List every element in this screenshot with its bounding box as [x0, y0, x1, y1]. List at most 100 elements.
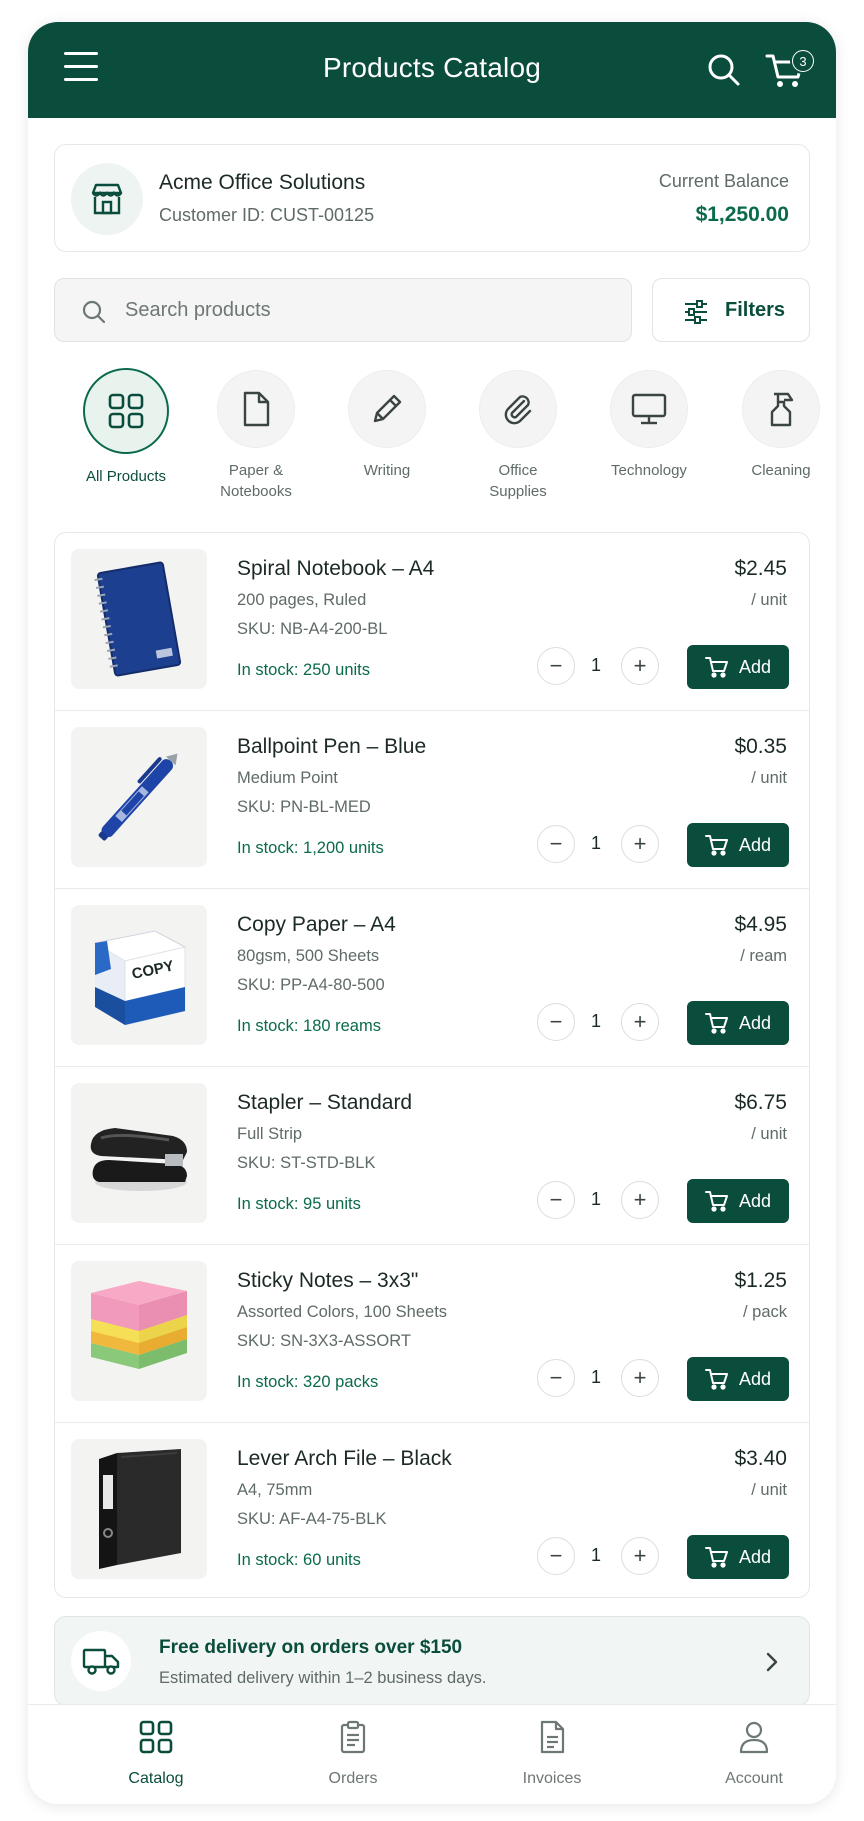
product-name[interactable]: Sticky Notes – 3x3" — [237, 1269, 418, 1293]
truck-icon — [71, 1631, 131, 1691]
add-label: Add — [739, 835, 772, 855]
category-office-supplies[interactable]: Office Supplies — [452, 368, 584, 502]
product-sku: SKU: AF-A4-75-BLK — [237, 1510, 387, 1528]
nav-orders[interactable]: Orders — [283, 1719, 423, 1788]
product-unit: / unit — [751, 769, 787, 787]
quantity-increase-button[interactable]: + — [621, 1181, 659, 1219]
quantity-value[interactable]: 1 — [581, 655, 611, 676]
category-label: Cleaning — [751, 462, 811, 479]
product-image-copy-paper: COPY — [71, 905, 207, 1045]
quantity-value[interactable]: 1 — [581, 1011, 611, 1032]
customer-card: Acme Office Solutions Customer ID: CUST-… — [54, 144, 810, 252]
product-price: $2.45 — [734, 557, 787, 580]
search-icon — [81, 299, 107, 325]
category-all-products[interactable]: All Products — [60, 368, 192, 487]
cart-icon — [705, 1369, 728, 1390]
delivery-title: Free delivery on orders over $150 — [159, 1637, 463, 1658]
product-description: 80gsm, 500 Sheets — [237, 947, 380, 965]
add-to-cart-button[interactable]: Add — [687, 1357, 789, 1401]
add-to-cart-button[interactable]: Add — [687, 823, 789, 867]
cart-count: 3 — [793, 51, 813, 71]
quantity-increase-button[interactable]: + — [621, 1359, 659, 1397]
category-paper-notebooks[interactable]: Paper & Notebooks — [190, 368, 322, 502]
add-label: Add — [739, 1547, 772, 1567]
product-description: 200 pages, Ruled — [237, 591, 367, 609]
category-label: Office Supplies — [489, 462, 547, 500]
product-sku: SKU: ST-STD-BLK — [237, 1154, 376, 1172]
product-stock: In stock: 95 units — [237, 1195, 361, 1213]
category-writing[interactable]: Writing — [321, 368, 453, 481]
quantity-increase-button[interactable]: + — [621, 1003, 659, 1041]
add-to-cart-button[interactable]: Add — [687, 1179, 789, 1223]
quantity-value[interactable]: 1 — [581, 1367, 611, 1388]
product-stock: In stock: 250 units — [237, 661, 370, 679]
quantity-increase-button[interactable]: + — [621, 1537, 659, 1575]
product-list: Spiral Notebook – A4 200 pages, Ruled SK… — [54, 532, 810, 1598]
quantity-decrease-button[interactable]: − — [537, 647, 575, 685]
grid-icon — [83, 368, 169, 454]
quantity-value[interactable]: 1 — [581, 833, 611, 854]
product-unit: / pack — [742, 1303, 787, 1321]
search-input[interactable] — [125, 279, 615, 341]
nav-label: Catalog — [128, 1770, 184, 1787]
add-label: Add — [739, 1369, 772, 1389]
product-price: $4.95 — [734, 913, 787, 936]
add-label: Add — [739, 1013, 772, 1033]
quantity-increase-button[interactable]: + — [621, 825, 659, 863]
search-box[interactable] — [54, 278, 632, 342]
add-to-cart-button[interactable]: Add — [687, 1001, 789, 1045]
category-label: All Products — [85, 468, 167, 485]
paperclip-icon — [479, 370, 557, 448]
product-row: Spiral Notebook – A4 200 pages, Ruled SK… — [55, 533, 809, 711]
product-description: A4, 75mm — [237, 1481, 313, 1499]
spray-bottle-icon — [742, 370, 820, 448]
search-icon[interactable] — [704, 50, 744, 90]
product-row: Stapler – Standard Full Strip SKU: ST-ST… — [55, 1067, 809, 1245]
add-to-cart-button[interactable]: Add — [687, 645, 789, 689]
quantity-decrease-button[interactable]: − — [537, 1537, 575, 1575]
grid-icon — [139, 1720, 173, 1754]
product-image-stapler — [71, 1083, 207, 1223]
quantity-increase-button[interactable]: + — [621, 647, 659, 685]
quantity-value[interactable]: 1 — [581, 1545, 611, 1566]
product-row: Ballpoint Pen – Blue Medium Point SKU: P… — [55, 711, 809, 889]
product-description: Medium Point — [237, 769, 338, 787]
product-sku: SKU: SN-3X3-ASSORT — [237, 1332, 411, 1350]
product-unit: / ream — [740, 947, 787, 965]
category-label: Paper & Notebooks — [220, 462, 292, 500]
nav-catalog[interactable]: Catalog — [86, 1719, 226, 1788]
quantity-decrease-button[interactable]: − — [537, 1003, 575, 1041]
product-name[interactable]: Lever Arch File – Black — [237, 1447, 452, 1471]
quantity-decrease-button[interactable]: − — [537, 1181, 575, 1219]
product-stock: In stock: 180 reams — [237, 1017, 381, 1035]
product-row: COPY Copy Paper – A4 80gsm, 500 Sheets S… — [55, 889, 809, 1067]
product-name[interactable]: Spiral Notebook – A4 — [237, 557, 434, 581]
customer-name: Acme Office Solutions — [159, 171, 366, 194]
product-name[interactable]: Ballpoint Pen – Blue — [237, 735, 426, 759]
nav-invoices[interactable]: Invoices — [482, 1719, 622, 1788]
category-label: Writing — [363, 462, 411, 479]
sliders-icon — [683, 299, 709, 325]
product-unit: / unit — [751, 1481, 787, 1499]
product-name[interactable]: Copy Paper – A4 — [237, 913, 396, 937]
filters-button[interactable]: Filters — [652, 278, 810, 342]
cart-icon — [705, 835, 728, 856]
product-stock: In stock: 1,200 units — [237, 839, 384, 857]
invoice-icon — [540, 1720, 565, 1754]
add-to-cart-button[interactable]: Add — [687, 1535, 789, 1579]
quantity-value[interactable]: 1 — [581, 1189, 611, 1210]
cart-count-badge: 3 — [790, 48, 816, 74]
bottom-navigation: Catalog Orders Invoices Account — [28, 1704, 836, 1804]
filters-label: Filters — [725, 299, 786, 321]
category-cleaning[interactable]: Cleaning — [715, 368, 836, 481]
nav-account[interactable]: Account — [684, 1719, 824, 1788]
clipboard-icon — [340, 1720, 366, 1754]
product-image-sticky-notes — [71, 1261, 207, 1401]
quantity-decrease-button[interactable]: − — [537, 825, 575, 863]
product-row: Sticky Notes – 3x3" Assorted Colors, 100… — [55, 1245, 809, 1423]
product-description: Full Strip — [237, 1125, 303, 1143]
delivery-banner[interactable]: Free delivery on orders over $150 Estima… — [54, 1616, 810, 1706]
category-technology[interactable]: Technology — [583, 368, 715, 481]
quantity-decrease-button[interactable]: − — [537, 1359, 575, 1397]
product-name[interactable]: Stapler – Standard — [237, 1091, 412, 1115]
